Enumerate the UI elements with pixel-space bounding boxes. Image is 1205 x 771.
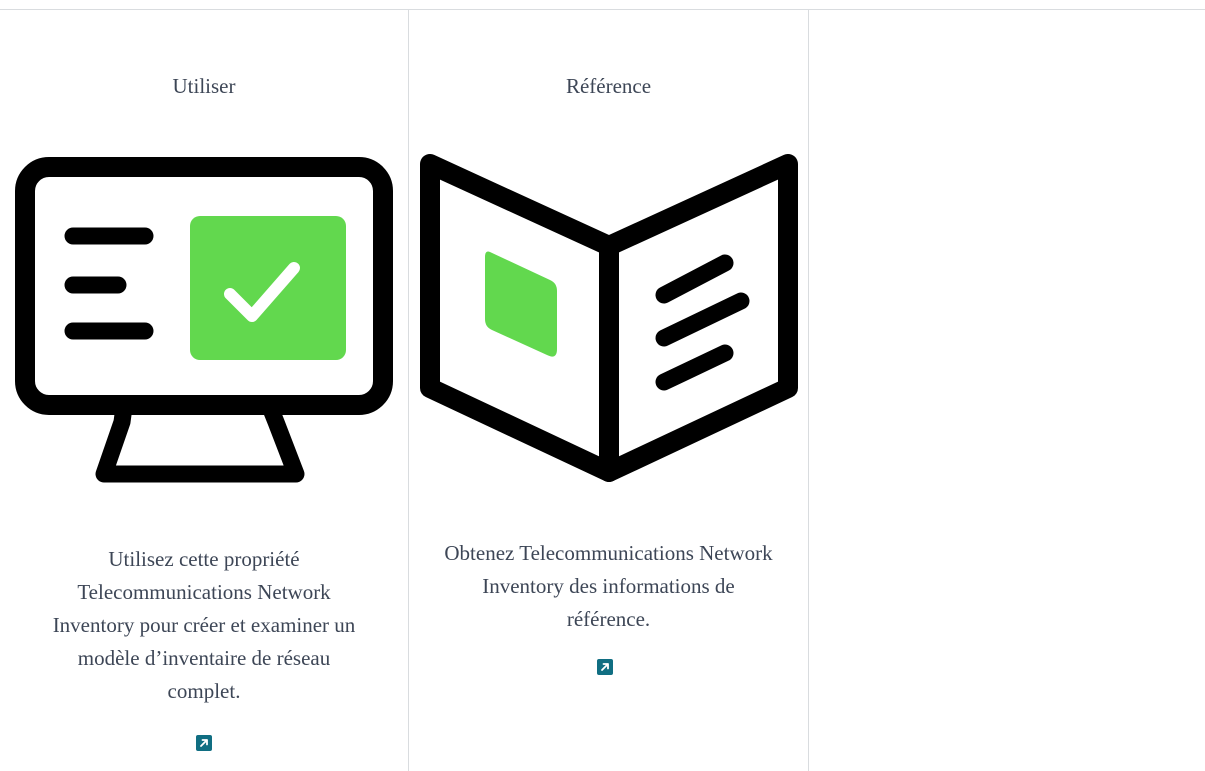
card-title: Référence [565,74,652,98]
card-description: Obtenez Telecommunications Network Inven… [444,541,773,631]
card-title: Utiliser [172,74,236,98]
card-description: Utilisez cette propriété Telecommunicati… [52,547,356,703]
card-use: Utiliser Utilisez cette propriété Teleco… [0,9,408,771]
open-book-icon [416,152,798,497]
card-reference: Référence Obtenez Telecommunications Net… [409,9,808,771]
monitor-checkmark-icon [14,156,394,495]
card-empty [809,9,1205,771]
external-link-icon[interactable] [597,659,613,675]
external-link-icon[interactable] [196,735,212,751]
